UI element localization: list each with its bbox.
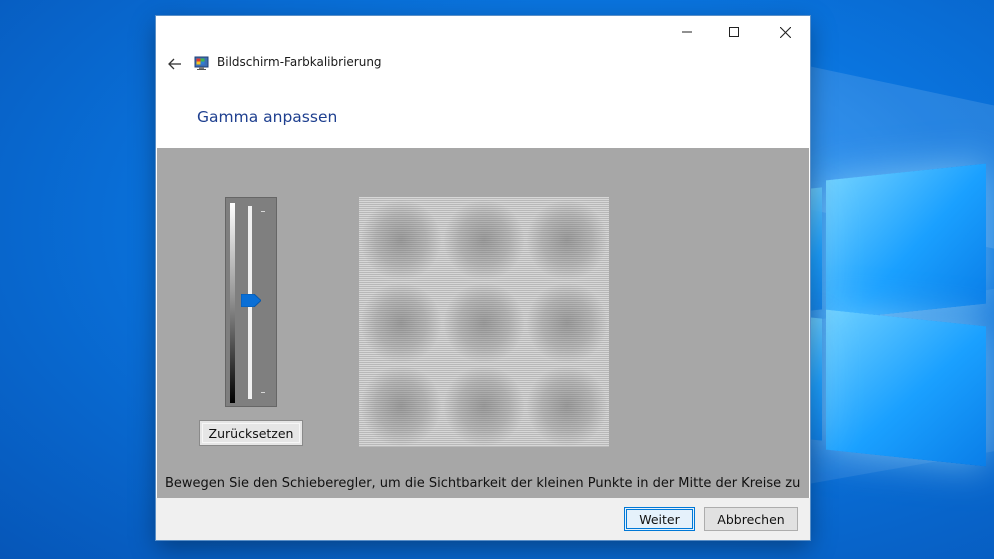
test-circle <box>527 200 607 280</box>
minimize-button[interactable] <box>664 16 710 48</box>
minimize-icon <box>682 31 692 33</box>
windows-logo-pane-bottom <box>826 309 986 467</box>
calibration-area: Zurücksetzen Bewegen Sie den Schieberegl… <box>157 148 809 498</box>
gamma-test-pattern <box>359 197 609 447</box>
gamma-gradient-bar <box>230 203 235 403</box>
maximize-icon <box>729 27 739 37</box>
test-circle <box>527 366 607 446</box>
close-button[interactable] <box>762 16 808 48</box>
calibration-window: Bildschirm-Farbkalibrierung Gamma anpass… <box>156 16 810 540</box>
navigation-row: Bildschirm-Farbkalibrierung <box>156 50 810 78</box>
reset-button[interactable]: Zurücksetzen <box>199 420 303 446</box>
display-color-calibration-icon <box>194 56 209 70</box>
button-bar: Weiter Abbrechen <box>156 498 810 540</box>
back-button[interactable] <box>162 52 188 76</box>
window-title: Bildschirm-Farbkalibrierung <box>217 55 382 69</box>
windows-logo-pane-left-bottom <box>810 317 822 441</box>
cancel-button[interactable]: Abbrechen <box>704 507 798 531</box>
test-circle <box>361 283 441 363</box>
gamma-slider[interactable] <box>225 197 277 407</box>
test-circle <box>444 283 524 363</box>
next-button[interactable]: Weiter <box>624 507 695 531</box>
title-bar <box>156 16 810 48</box>
test-circle <box>361 200 441 280</box>
test-circle <box>444 366 524 446</box>
test-circle <box>361 366 441 446</box>
windows-logo-pane-top <box>826 163 986 321</box>
close-icon <box>779 26 791 38</box>
slider-tick-top <box>261 211 265 212</box>
slider-tick-bottom <box>261 392 265 393</box>
windows-logo-pane-left-top <box>810 187 822 311</box>
test-circle <box>444 200 524 280</box>
maximize-button[interactable] <box>711 16 757 48</box>
instruction-text: Bewegen Sie den Schieberegler, um die Si… <box>165 476 801 491</box>
page-heading: Gamma anpassen <box>197 108 338 126</box>
gamma-slider-thumb[interactable] <box>241 293 261 307</box>
back-arrow-icon <box>168 58 181 70</box>
test-circle <box>527 283 607 363</box>
